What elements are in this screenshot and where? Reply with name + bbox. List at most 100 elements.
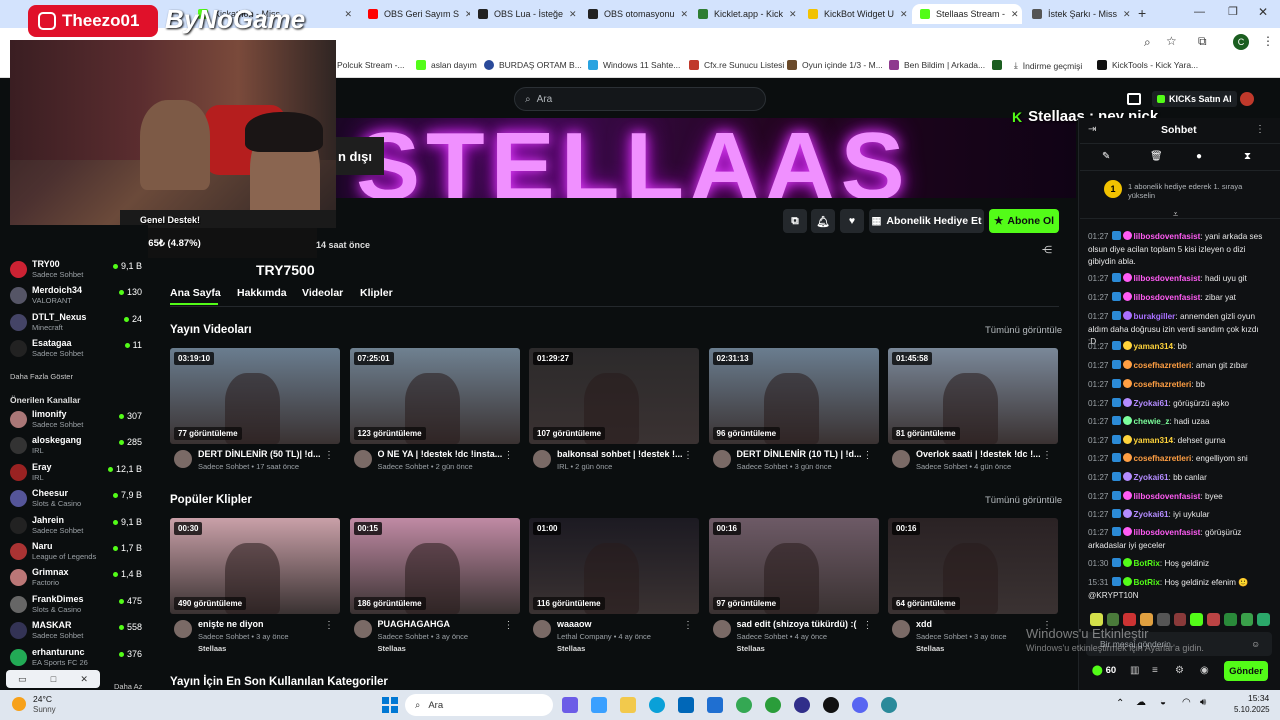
chat-username[interactable]: lilbosdovenfasist (1134, 293, 1201, 302)
videos-see-all[interactable]: Tümünü görüntüle (985, 325, 1062, 336)
chat-username[interactable]: Zyokai61 (1134, 510, 1169, 519)
pip-button[interactable]: ⧉ (783, 209, 807, 233)
star-icon[interactable]: ☆ (1166, 34, 1177, 48)
thumbnail[interactable]: 03:19:10 77 görüntüleme (170, 348, 340, 444)
emote-icon[interactable] (1240, 613, 1254, 626)
sidebar-channel[interactable]: TRY00 Sadece Sohbet 9,1 B (10, 258, 144, 282)
thumbnail[interactable]: 01:00 116 görüntüleme (529, 518, 699, 614)
emote-icon[interactable] (1223, 613, 1237, 626)
chat-username[interactable]: Zyokai61 (1134, 473, 1169, 482)
avatar[interactable] (892, 620, 910, 638)
discord-icon[interactable] (852, 697, 868, 713)
chat-username[interactable]: cosefhazretleri (1134, 454, 1192, 463)
card-channel[interactable]: Stellaas (737, 644, 765, 653)
collapse-chat-icon[interactable]: ⇥ (1088, 124, 1096, 135)
clock-time[interactable]: 15:34 (1248, 693, 1269, 703)
card-title[interactable]: DERT DİNLENİR (10 TL) | !d... (737, 449, 865, 459)
app-icon[interactable] (881, 697, 897, 713)
chrome-profile-icon[interactable] (765, 697, 781, 713)
chrome-icon[interactable] (736, 697, 752, 713)
follow-button[interactable]: ♥ (840, 209, 864, 233)
emote-icon[interactable] (1123, 613, 1137, 626)
thumbnail[interactable]: 00:16 97 görüntüleme (708, 518, 879, 614)
chat-username[interactable]: BotRix (1134, 578, 1160, 587)
obs-icon[interactable] (794, 697, 810, 713)
chat-username[interactable]: chewie_z (1134, 417, 1170, 426)
sidebar-channel[interactable]: Cheesur Slots & Casino 7,9 B (10, 487, 144, 511)
thumbnail[interactable]: 00:30 490 görüntüleme (170, 518, 340, 614)
more-options-icon[interactable]: ⋮ (863, 450, 873, 461)
notify-button[interactable]: 🔔︎ (811, 209, 835, 233)
bookmark[interactable]: ⤓ İndirme geçmişi (1014, 60, 1082, 71)
card-title[interactable]: xdd (916, 619, 1044, 629)
bookmark[interactable]: Polcuk Stream -... (337, 60, 405, 70)
tab-home[interactable]: Ana Sayfa (170, 287, 221, 299)
sidebar-channel[interactable]: Grimnax Factorio 1,4 B (10, 566, 144, 590)
share-icon[interactable]: ⋲ (1042, 245, 1052, 256)
new-tab-icon[interactable]: + (1138, 5, 1146, 21)
trash-icon[interactable]: 🗑︎ (1150, 151, 1163, 162)
close-icon[interactable]: ✕ (344, 9, 352, 20)
card-channel[interactable]: Stellaas (557, 644, 585, 653)
thumbnail[interactable]: 01:29:27 107 görüntüleme (529, 348, 699, 444)
app-icon[interactable] (823, 697, 839, 713)
bookmark[interactable]: KickTools - Kick Yara... (1097, 60, 1198, 70)
user-avatar[interactable] (1240, 92, 1254, 106)
chat-username[interactable]: Zyokai61 (1134, 399, 1169, 408)
task-view-icon[interactable] (562, 697, 578, 713)
thumbnail[interactable]: 01:45:58 81 görüntüleme (888, 348, 1058, 444)
clip-card[interactable]: 00:16 97 görüntüleme sad edit (shizoya tük… (708, 518, 879, 663)
avatar[interactable] (353, 620, 372, 638)
emote-icon[interactable] (1140, 613, 1153, 626)
minimize-icon[interactable]: — (1194, 6, 1205, 18)
menu-icon[interactable]: ⋮ (1262, 34, 1274, 48)
card-title[interactable]: PUAGHAGAHGA (378, 619, 506, 629)
sidebar-channel[interactable]: Merdoich34 VALORANT 130 (10, 284, 144, 308)
sidebar-channel[interactable]: Jahrein Sadece Sohbet 9,1 B (10, 514, 144, 538)
profile-avatar[interactable]: C (1233, 34, 1249, 50)
browser-tab[interactable]: İstek Şarkı - Miss ✕ (1024, 4, 1134, 24)
thumbnail[interactable]: 02:31:13 96 görüntüleme (708, 348, 879, 444)
close-icon[interactable]: ✕ (569, 9, 577, 20)
avatar[interactable] (712, 620, 731, 638)
avatar[interactable] (533, 620, 551, 638)
card-title[interactable]: sad edit (shizoya tükürdü) :( (737, 619, 865, 629)
chat-username[interactable]: cosefhazretleri (1134, 380, 1192, 389)
tab-clips[interactable]: Klipler (360, 287, 393, 299)
zoom-icon[interactable]: ⌕ (1144, 35, 1151, 50)
copilot-icon[interactable] (591, 697, 607, 713)
tab-videos[interactable]: Videolar (302, 287, 343, 299)
store-icon[interactable] (678, 697, 694, 713)
clip-card[interactable]: 00:30 490 görüntüleme enişte ne diyon Sadec… (170, 518, 340, 663)
square-icon[interactable]: □ (51, 674, 56, 684)
browser-tab[interactable]: OBS Geri Sayım S ✕ (360, 4, 470, 24)
chat-username[interactable]: cosefhazretleri (1134, 361, 1192, 370)
clips-see-all[interactable]: Tümünü görüntüle (985, 495, 1062, 506)
more-options-icon[interactable]: ⋮ (504, 620, 514, 631)
card-title[interactable]: balkonsal sohbet | !destek !... (557, 449, 685, 459)
clock-date[interactable]: 5.10.2025 (1234, 705, 1270, 714)
extensions-icon[interactable]: ⧉ (1198, 34, 1207, 49)
chat-username[interactable]: yaman314 (1134, 436, 1174, 445)
chat-username[interactable]: lilbosdovenfasist (1134, 232, 1201, 241)
sidebar-channel[interactable]: DTLT_Nexus Minecraft 24 (10, 311, 144, 335)
sidebar-channel[interactable]: Eray IRL 12,1 B (10, 461, 144, 485)
emote-icon[interactable] (1156, 613, 1170, 626)
close-icon[interactable]: ✕ (789, 9, 797, 20)
pin-icon[interactable]: ✎ (1102, 151, 1110, 162)
theater-icon[interactable] (1127, 93, 1141, 105)
tab-about[interactable]: Hakkımda (237, 287, 287, 299)
subscribe-button[interactable]: ★ Abone Ol (989, 209, 1059, 233)
avatar[interactable] (174, 620, 192, 638)
bookmark[interactable] (992, 60, 1002, 70)
sidebar-channel[interactable]: Naru League of Legends 1,7 B (10, 540, 144, 564)
network-icon[interactable]: ◒ (1160, 697, 1166, 708)
close-icon[interactable]: ✕ (80, 674, 88, 685)
chat-username[interactable]: BotRix (1134, 559, 1160, 568)
bookmark[interactable]: aslan dayım (416, 60, 477, 70)
close-icon[interactable]: ✕ (1123, 9, 1131, 20)
card-title[interactable]: DERT DİNLENİR (50 TL)| !d... (198, 449, 326, 459)
search-input[interactable]: ⌕ Ara (514, 87, 766, 111)
avatar[interactable] (892, 450, 910, 468)
more-options-icon[interactable]: ⋮ (863, 620, 873, 631)
